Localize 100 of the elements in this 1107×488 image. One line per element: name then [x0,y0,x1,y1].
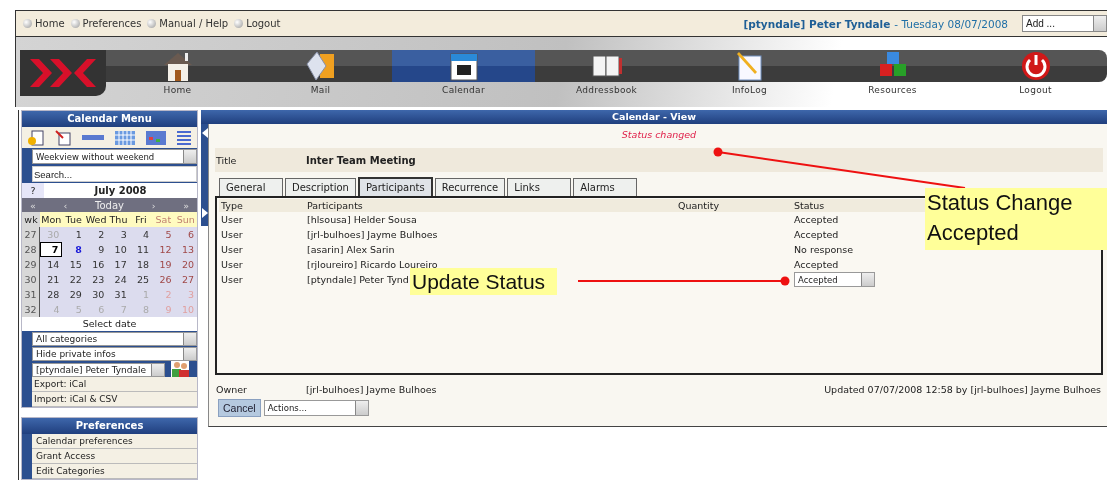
view-dropdown[interactable]: Weekview without weekend [32,149,197,164]
calendar-day[interactable]: 18 [129,257,153,272]
nav-label[interactable]: Mail [310,85,331,95]
calendar-nav-button[interactable]: ‹ [63,199,68,211]
day-view-icon[interactable] [82,133,104,142]
cancel-button[interactable]: Cancel [218,399,261,417]
calendar-day[interactable]: 11 [129,242,153,257]
filter-dropdown[interactable]: Hide private infos [32,347,197,361]
calendar-day[interactable]: 4 [129,227,153,242]
new-event-icon[interactable] [28,129,44,146]
people-icon[interactable] [171,361,189,377]
calendar-day[interactable]: 30 [84,287,108,302]
calendar-day[interactable]: 2 [84,227,108,242]
top-link[interactable]: Logout [246,18,281,29]
nav-label[interactable]: Home [163,85,192,95]
nav-label[interactable]: InfoLog [731,85,768,95]
tab[interactable]: Participants [357,177,433,196]
table-cell-text: User [220,214,243,225]
panel-header: Calendar - View [201,110,1107,124]
calendar-day[interactable]: 14 [40,257,63,272]
calendar-day[interactable]: 31 [107,287,130,302]
week-number[interactable]: 27 [22,227,40,242]
logo-icon[interactable] [20,50,106,96]
owner-label: Owner [215,383,249,395]
week-number[interactable]: 30 [22,272,40,287]
user-name: [ptyndale] Peter Tyndale [743,17,891,30]
calendar-day[interactable]: 16 [84,257,108,272]
filter-dropdown[interactable]: All categories [32,332,197,346]
nav-label[interactable]: Calendar [442,85,485,95]
bullet-icon [234,19,244,28]
calendar-day[interactable]: 27 [174,272,197,287]
calendar-day[interactable]: 1 [62,227,85,242]
calendar-nav-button[interactable]: « [30,199,36,211]
week-number[interactable]: 28 [22,242,40,257]
import-link[interactable]: Import: iCal & CSV [32,392,197,407]
collapse-arrow-icon[interactable] [201,128,208,138]
calendar-day[interactable]: 15 [62,257,85,272]
top-link[interactable]: Manual / Help [159,18,229,29]
nav-tab[interactable] [392,50,535,82]
actions-dropdown[interactable]: Actions... [263,400,369,416]
menu-link[interactable]: Edit Categories [32,464,197,479]
calendar-day[interactable]: 17 [107,257,130,272]
status-dropdown[interactable]: Accepted [794,272,875,287]
calendar-day[interactable]: 7 [40,242,63,257]
calendar-day[interactable]: 28 [40,287,63,302]
status-message: Status changed [620,128,698,142]
month-view-icon[interactable] [146,129,166,146]
week-number[interactable]: 31 [22,287,40,302]
top-link[interactable]: Preferences [82,18,142,29]
current-date: - Tuesday 08/07/2008 [894,17,1008,30]
export-link[interactable]: Export: iCal [32,377,197,392]
calendar-day[interactable]: 10 [107,242,130,257]
weekday-header: Tue [62,212,85,227]
calendar-day[interactable]: 6 [174,227,197,242]
calendar-day[interactable]: 24 [107,272,130,287]
week-number[interactable]: 32 [22,302,40,317]
table-cell-text: Accepted [793,229,839,240]
calendar-day[interactable]: 9 [84,242,108,257]
calendar-day[interactable]: 26 [152,272,175,287]
calendar-nav-button[interactable]: Today [95,199,124,211]
calendar-day[interactable]: 21 [40,272,63,287]
week-number[interactable]: 29 [22,257,40,272]
calendar-day[interactable]: 23 [84,272,108,287]
menu-link[interactable]: Calendar preferences [32,434,197,449]
calendar-nav-button[interactable]: › [151,199,156,211]
tab[interactable]: Description [285,178,356,196]
table-cell-text: User [220,259,243,270]
calendar-day[interactable]: 8 [62,242,85,257]
nav-label[interactable]: Addressbook [575,85,638,95]
expand-arrow-icon[interactable] [201,208,208,218]
table-cell-text: [hlsousa] Helder Sousa [306,214,417,225]
calendar-nav-button[interactable]: » [183,199,189,211]
menu-link[interactable]: Grant Access [32,449,197,464]
tab[interactable]: General [219,178,283,196]
calendar-day[interactable]: 25 [129,272,153,287]
list-view-icon[interactable] [177,129,191,146]
user-dropdown[interactable]: [ptyndale] Peter Tyndale [32,362,165,377]
top-link[interactable]: Home [35,18,65,29]
weekday-header: Wed [84,212,108,227]
calendar-day[interactable]: 3 [107,227,130,242]
add-dropdown[interactable]: Add ... [1022,15,1107,32]
calendar-day[interactable]: 13 [174,242,197,257]
calendar-day[interactable]: 20 [174,257,197,272]
bullet-icon [23,19,32,28]
calendar-day[interactable]: 29 [62,287,85,302]
import-icon[interactable] [55,129,71,146]
bullet-icon [147,19,157,28]
calendar-menu-header: Calendar Menu [22,111,197,127]
tab[interactable]: Recurrence [434,178,506,196]
calendar-day[interactable]: 5 [152,227,175,242]
calendar-day[interactable]: 19 [152,257,175,272]
table-cell-text: User [220,244,243,255]
nav-label[interactable]: Logout [1019,85,1052,95]
tab[interactable]: Links [507,178,572,196]
calendar-day[interactable]: 22 [62,272,85,287]
nav-label[interactable]: Resources [868,85,917,95]
help-link[interactable]: ? [22,183,44,198]
calendar-day[interactable]: 12 [152,242,175,257]
tab[interactable]: Alarms [573,178,638,196]
search-field[interactable]: Search... [32,166,197,182]
